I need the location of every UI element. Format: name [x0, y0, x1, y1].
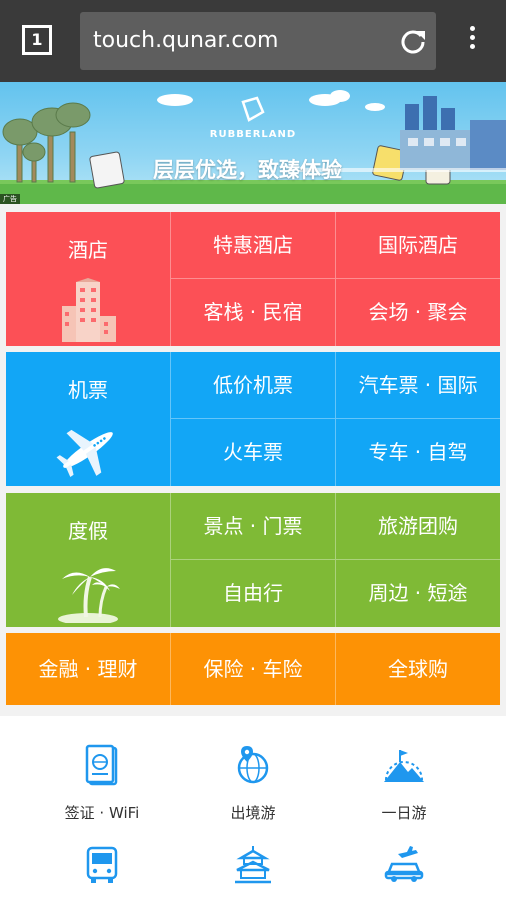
visa-wifi-label: 签证 · WiFi	[64, 804, 140, 822]
banner-illustration	[0, 90, 506, 204]
train-ticket-label: 火车票	[223, 440, 283, 464]
venue-party-button[interactable]: 会场 · 聚会	[335, 279, 500, 346]
palm-tree-icon	[58, 568, 120, 623]
attraction-link[interactable]	[169, 846, 337, 884]
finance-button[interactable]: 金融 · 理财	[6, 633, 170, 705]
car-rental-label: 专车 · 自驾	[368, 440, 468, 464]
hotel-building-icon	[62, 278, 116, 342]
outbound-tour-link[interactable]: 出境游	[169, 744, 337, 823]
global-shopping-button[interactable]: 全球购	[335, 633, 500, 705]
category-grid: 酒店 特惠酒店 国际酒店 客栈 · 民宿 会场 · 聚会 机票 低价机票 汽车票…	[0, 204, 506, 716]
flight-main-button[interactable]: 机票	[6, 352, 170, 486]
day-trip-link[interactable]: 一日游	[320, 744, 488, 823]
day-trip-label: 一日游	[381, 804, 427, 822]
hotel-main-button[interactable]: 酒店	[6, 212, 170, 346]
insurance-label: 保险 · 车险	[203, 657, 303, 681]
outbound-tour-label: 出境游	[230, 804, 276, 822]
flight-row: 机票 低价机票 汽车票 · 国际 火车票 专车 · 自驾	[6, 352, 500, 486]
bus-intl-button[interactable]: 汽车票 · 国际	[335, 352, 500, 419]
intl-hotel-button[interactable]: 国际酒店	[335, 212, 500, 279]
cheap-flight-button[interactable]: 低价机票	[170, 352, 335, 419]
hotel-label: 酒店	[68, 238, 108, 262]
finance-row: 金融 · 理财 保险 · 车险 全球购	[6, 633, 500, 705]
intl-hotel-label: 国际酒店	[378, 233, 458, 257]
brand-logo-text: RUBBERLAND	[209, 129, 297, 140]
browser-toolbar: 1 touch.qunar.com	[0, 0, 506, 82]
mountain-flag-icon	[384, 750, 424, 782]
vacation-label: 度假	[68, 519, 108, 543]
vacation-row: 度假 景点 · 门票 旅游团购 自由行 周边 · 短途	[6, 493, 500, 627]
group-tour-button[interactable]: 旅游团购	[335, 493, 500, 560]
free-travel-label: 自由行	[223, 581, 283, 605]
transfer-link[interactable]	[320, 846, 488, 884]
special-hotel-button[interactable]: 特惠酒店	[170, 212, 335, 279]
temple-icon	[235, 846, 271, 884]
cheap-flight-label: 低价机票	[213, 373, 293, 397]
reload-icon[interactable]	[400, 28, 426, 54]
venue-party-label: 会场 · 聚会	[368, 300, 468, 324]
attraction-ticket-button[interactable]: 景点 · 门票	[170, 493, 335, 560]
inn-homestay-label: 客栈 · 民宿	[203, 300, 303, 324]
overflow-menu-icon[interactable]	[462, 26, 482, 56]
insurance-button[interactable]: 保险 · 车险	[170, 633, 335, 705]
attraction-ticket-label: 景点 · 门票	[203, 514, 303, 538]
tab-switcher-button[interactable]: 1	[22, 25, 52, 55]
nearby-trip-label: 周边 · 短途	[368, 581, 468, 605]
group-tour-label: 旅游团购	[378, 514, 458, 538]
quick-links: 签证 · WiFi 出境游 一日游	[0, 728, 506, 900]
train-ticket-button[interactable]: 火车票	[170, 419, 335, 486]
plane-car-icon	[384, 846, 424, 882]
special-hotel-label: 特惠酒店	[213, 233, 293, 257]
hotel-row: 酒店 特惠酒店 国际酒店 客栈 · 民宿 会场 · 聚会	[6, 212, 500, 346]
bus-link[interactable]	[18, 846, 186, 884]
banner-slogan: 层层优选，致臻体验	[153, 158, 342, 182]
car-rental-button[interactable]: 专车 · 自驾	[335, 419, 500, 486]
nearby-trip-button[interactable]: 周边 · 短途	[335, 560, 500, 627]
address-bar[interactable]: touch.qunar.com	[80, 12, 436, 70]
url-text: touch.qunar.com	[93, 28, 279, 53]
ad-label: 广告	[0, 194, 20, 204]
global-shopping-label: 全球购	[388, 657, 448, 681]
bus-icon	[86, 846, 118, 883]
passport-icon	[85, 744, 118, 786]
airplane-icon	[56, 429, 113, 478]
flight-label: 机票	[68, 378, 108, 402]
globe-pin-icon	[237, 746, 269, 784]
bus-intl-label: 汽车票 · 国际	[358, 373, 478, 397]
finance-label: 金融 · 理财	[38, 657, 138, 681]
ad-banner[interactable]: RUBBERLAND 层层优选，致臻体验 广告	[0, 82, 506, 204]
inn-homestay-button[interactable]: 客栈 · 民宿	[170, 279, 335, 346]
visa-wifi-link[interactable]: 签证 · WiFi	[18, 744, 186, 823]
vacation-main-button[interactable]: 度假	[6, 493, 170, 627]
free-travel-button[interactable]: 自由行	[170, 560, 335, 627]
